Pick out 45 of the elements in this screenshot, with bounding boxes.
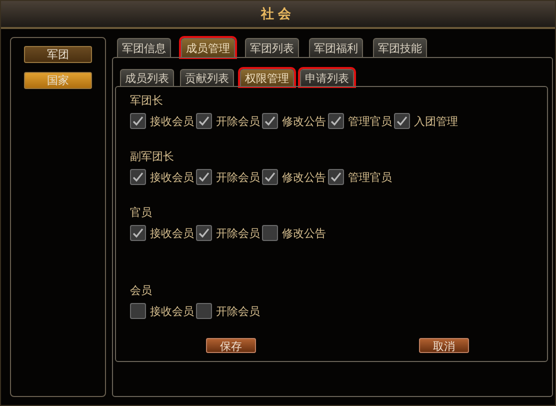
checkbox[interactable] bbox=[130, 113, 146, 129]
checkbox[interactable] bbox=[130, 169, 146, 185]
checkbox-label: 接收会员 bbox=[150, 170, 194, 184]
window-title: 社会 bbox=[261, 6, 295, 23]
checkbox-label: 入团管理 bbox=[414, 114, 458, 128]
checkbox[interactable] bbox=[262, 169, 278, 185]
checkbox[interactable] bbox=[196, 303, 212, 319]
checkbox[interactable] bbox=[130, 225, 146, 241]
sidebar-button[interactable]: 军团 bbox=[24, 46, 92, 63]
checkbox-label: 修改公告 bbox=[282, 170, 326, 184]
role-label: 副军团长 bbox=[130, 149, 175, 163]
role-label: 官员 bbox=[130, 205, 153, 219]
sub-tab[interactable]: 权限管理 bbox=[240, 69, 294, 86]
checkbox-label: 修改公告 bbox=[282, 226, 326, 240]
checkbox-label: 开除会员 bbox=[216, 170, 260, 184]
checkbox-label: 接收会员 bbox=[150, 304, 194, 318]
checkbox-label: 开除会员 bbox=[216, 304, 260, 318]
tab[interactable]: 军团福利 bbox=[309, 38, 363, 57]
save-button[interactable]: 保存 bbox=[206, 338, 256, 353]
checkbox-label: 开除会员 bbox=[216, 226, 260, 240]
tab[interactable]: 军团技能 bbox=[373, 38, 427, 57]
checkbox[interactable] bbox=[130, 303, 146, 319]
checkbox[interactable] bbox=[262, 225, 278, 241]
tab[interactable]: 军团信息 bbox=[117, 38, 171, 57]
tab[interactable]: 成员管理 bbox=[181, 38, 235, 57]
checkbox-label: 管理官员 bbox=[348, 114, 392, 128]
checkbox[interactable] bbox=[196, 113, 212, 129]
checkbox-label: 接收会员 bbox=[150, 226, 194, 240]
sub-tab[interactable]: 贡献列表 bbox=[180, 69, 234, 86]
role-label: 会员 bbox=[130, 283, 153, 297]
checkbox[interactable] bbox=[196, 225, 212, 241]
checkbox[interactable] bbox=[328, 169, 344, 185]
role-label: 军团长 bbox=[130, 93, 164, 107]
checkbox[interactable] bbox=[262, 113, 278, 129]
checkbox[interactable] bbox=[394, 113, 410, 129]
checkbox[interactable] bbox=[196, 169, 212, 185]
checkbox-label: 管理官员 bbox=[348, 170, 392, 184]
checkbox-label: 开除会员 bbox=[216, 114, 260, 128]
tab[interactable]: 军团列表 bbox=[245, 38, 299, 57]
checkbox[interactable] bbox=[328, 113, 344, 129]
sub-tab[interactable]: 申请列表 bbox=[300, 69, 354, 86]
checkbox-label: 接收会员 bbox=[150, 114, 194, 128]
sub-tab[interactable]: 成员列表 bbox=[120, 69, 174, 86]
cancel-button[interactable]: 取消 bbox=[419, 338, 469, 353]
checkbox-label: 修改公告 bbox=[282, 114, 326, 128]
